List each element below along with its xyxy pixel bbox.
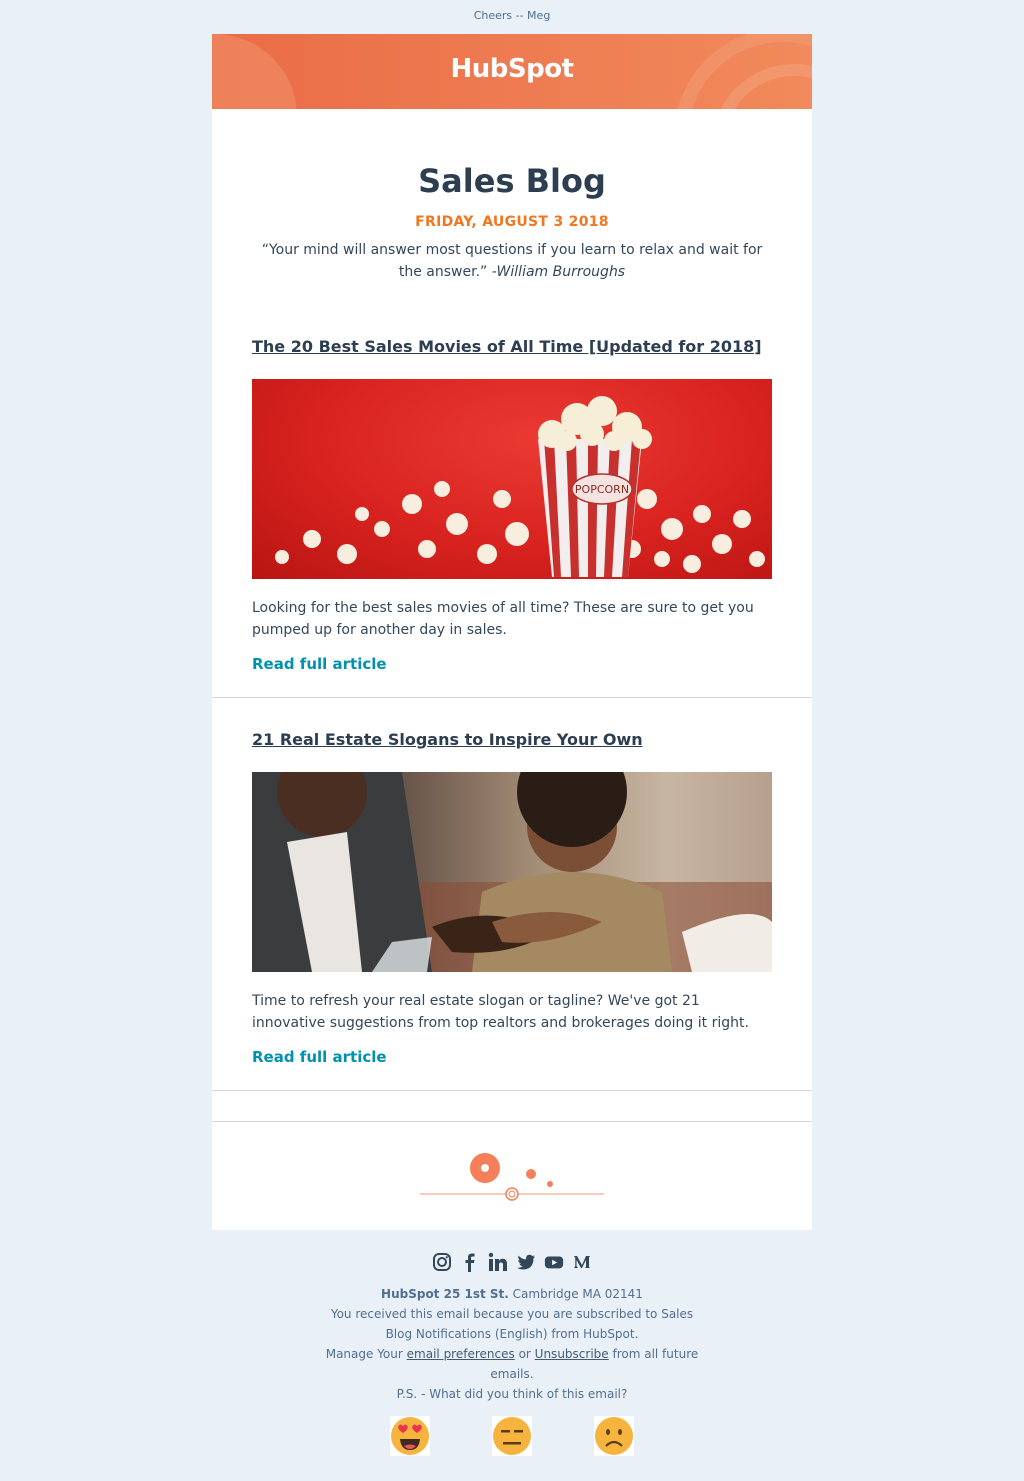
facebook-icon[interactable] [460, 1252, 480, 1272]
article-description: Time to refresh your real estate slogan … [252, 993, 749, 1031]
intro-section: Sales Blog FRIDAY, AUGUST 3 2018 “Your m… [212, 109, 812, 317]
manage-or: or [518, 1347, 531, 1361]
company-name: HubSpot 25 1st St. [381, 1287, 509, 1301]
read-full-article-link[interactable]: Read full article [252, 655, 387, 673]
email-header: HubSpot [212, 34, 812, 109]
article-title-link[interactable]: The 20 Best Sales Movies of All Time [Up… [252, 335, 772, 359]
page-title: Sales Blog [418, 162, 606, 200]
sad-face-icon [595, 1417, 633, 1455]
subscription-notice: You received this email because you are … [330, 1307, 694, 1341]
ps-feedback-prompt: P.S. - What did you think of this email? [396, 1387, 628, 1401]
linkedin-icon[interactable] [488, 1252, 508, 1272]
footer-text: HubSpot 25 1st St. Cambridge MA 02141 Yo… [212, 1284, 812, 1404]
article-image-handshake[interactable] [252, 772, 772, 972]
footer-illustration [212, 1122, 812, 1230]
social-links [212, 1252, 812, 1272]
neutral-face-icon [493, 1417, 531, 1455]
article-card: 21 Real Estate Slogans to Inspire Your O… [212, 698, 812, 1091]
twitter-icon[interactable] [516, 1252, 536, 1272]
medium-icon[interactable] [572, 1252, 592, 1272]
preheader-text: Cheers -- Meg [473, 9, 551, 22]
article-image-popcorn[interactable]: POPCORN [252, 379, 772, 579]
email-container: HubSpot Sales Blog FRIDAY, AUGUST 3 2018… [212, 34, 812, 1230]
email-footer: HubSpot 25 1st St. Cambridge MA 02141 Yo… [212, 1250, 812, 1456]
feedback-emojis [212, 1416, 812, 1456]
company-address: HubSpot 25 1st St. Cambridge MA 02141 [322, 1284, 702, 1304]
love-emoji-button[interactable] [390, 1416, 430, 1456]
youtube-icon[interactable] [544, 1252, 564, 1272]
company-city: Cambridge MA 02141 [512, 1287, 643, 1301]
handshake-illustration [252, 772, 772, 972]
article-card: The 20 Best Sales Movies of All Time [Up… [212, 317, 812, 698]
quote-author: -William Burroughs [491, 264, 626, 280]
popcorn-illustration: POPCORN [275, 396, 765, 577]
quote: “Your mind will answer most questions if… [252, 239, 772, 283]
instagram-icon[interactable] [432, 1252, 452, 1272]
manage-subscription: Manage Your email preferences or Unsubsc… [322, 1344, 702, 1384]
sad-emoji-button[interactable] [594, 1416, 634, 1456]
unsubscribe-link[interactable]: Unsubscribe [535, 1347, 609, 1361]
popcorn-box-label: POPCORN [575, 483, 629, 496]
section-divider [212, 1091, 812, 1122]
manage-prefix: Manage Your [325, 1347, 403, 1361]
email-preferences-link[interactable]: email preferences [407, 1347, 515, 1361]
article-description: Looking for the best sales movies of all… [252, 600, 754, 638]
neutral-emoji-button[interactable] [492, 1416, 532, 1456]
heart-eyes-icon [391, 1417, 429, 1455]
article-title-link[interactable]: 21 Real Estate Slogans to Inspire Your O… [252, 728, 772, 752]
orbit-dots-graphic [420, 1153, 604, 1201]
issue-date: FRIDAY, AUGUST 3 2018 [415, 214, 609, 230]
hubspot-logo[interactable]: HubSpot [212, 54, 812, 84]
read-full-article-link[interactable]: Read full article [252, 1048, 387, 1066]
